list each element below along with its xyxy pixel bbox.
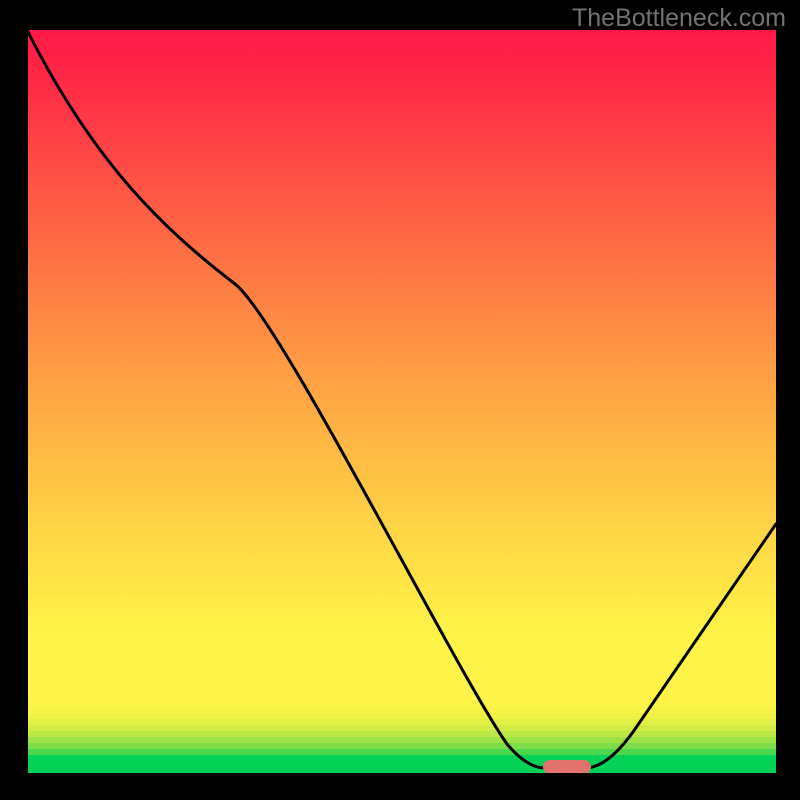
plot-area	[25, 30, 776, 776]
axes	[25, 30, 776, 776]
chart-frame: TheBottleneck.com	[0, 0, 800, 800]
watermark-text: TheBottleneck.com	[572, 4, 786, 33]
